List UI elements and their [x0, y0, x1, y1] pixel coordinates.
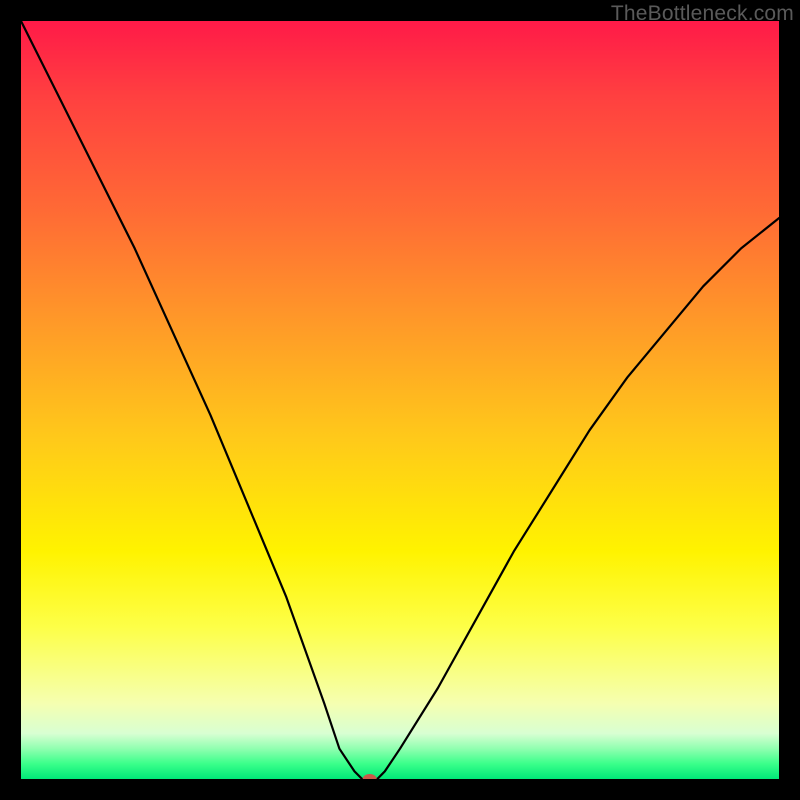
- marker-dot: [363, 774, 377, 779]
- curve-svg: [21, 21, 779, 779]
- chart-frame: TheBottleneck.com: [0, 0, 800, 800]
- watermark-text: TheBottleneck.com: [611, 2, 794, 26]
- bottleneck-curve: [21, 21, 779, 779]
- plot-area: [21, 21, 779, 779]
